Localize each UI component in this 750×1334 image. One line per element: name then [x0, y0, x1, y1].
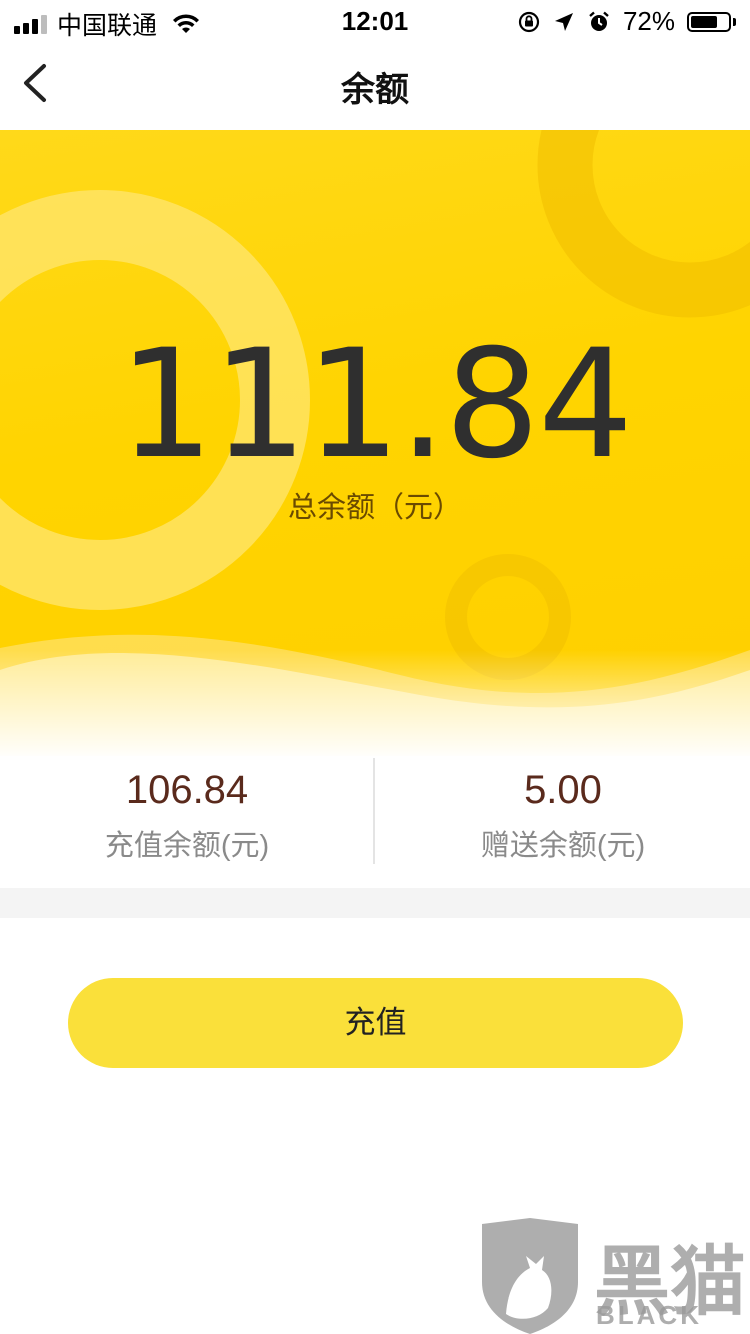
recharge-balance-amount: 106.84: [125, 768, 249, 812]
page-title: 余额: [341, 71, 409, 109]
balance-page: 中国联通 12:01 72% 余额 111.84 总余额（元） 106.84 充…: [0, 0, 750, 1334]
total-balance-amount: 111.84: [118, 318, 634, 492]
section-gap: [0, 888, 750, 918]
bonus-balance: 5.00 赠送余额(元): [376, 756, 750, 888]
total-balance-label: 总余额（元）: [287, 492, 462, 524]
orientation-lock-icon: [518, 11, 540, 32]
battery-fill: [691, 15, 717, 28]
bonus-balance-amount: 5.00: [524, 768, 602, 812]
balance-breakdown: 106.84 充值余额(元) 5.00 赠送余额(元): [0, 756, 750, 888]
status-right: 72%: [517, 6, 736, 37]
balance-hero: 111.84 总余额（元）: [0, 130, 750, 760]
alarm-icon: [589, 11, 609, 31]
bonus-balance-label: 赠送余额(元): [480, 830, 646, 862]
status-bar: 中国联通 12:01 72%: [0, 0, 750, 40]
recharge-balance: 106.84 充值余额(元): [0, 756, 374, 888]
location-icon: [554, 12, 573, 31]
watermark-en: BLACK CAT: [596, 1300, 702, 1334]
battery-percent: 72%: [622, 6, 675, 36]
nav-bar: 余额: [0, 40, 750, 128]
recharge-balance-label: 充值余额(元): [104, 830, 270, 862]
battery-icon: [687, 11, 736, 32]
recharge-button[interactable]: 充值: [68, 978, 683, 1068]
black-cat-watermark: 黑猫 BLACK CAT: [478, 1218, 750, 1334]
black-cat-shield-icon: [482, 1218, 578, 1334]
breakdown-divider: [373, 758, 375, 864]
